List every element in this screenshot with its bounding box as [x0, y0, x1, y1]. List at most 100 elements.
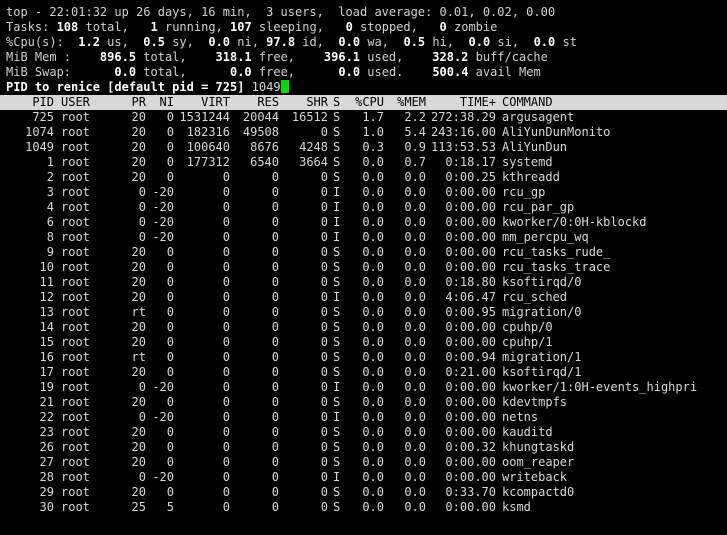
- cell-virt: 177312: [186, 155, 230, 169]
- cell-res: 0: [271, 380, 279, 394]
- cpu-st-label: st: [555, 35, 577, 49]
- cpu-wa-label: wa,: [360, 35, 404, 49]
- cell-virt: 0: [222, 395, 230, 409]
- table-row[interactable]: 15 root 20 0 0 0 0 S 0.0 0.0 0:00.00 cpuhp/1: [0, 335, 727, 350]
- col-time[interactable]: TIME+: [428, 95, 496, 110]
- col-pr[interactable]: PR: [120, 95, 146, 110]
- cell-cpu: 0.0: [362, 335, 384, 349]
- cell-user: root: [61, 170, 90, 184]
- table-row[interactable]: 22 root 0 -20 0 0 0 I 0.0 0.0 0:00.00 netns: [0, 410, 727, 425]
- cell-user: root: [61, 485, 90, 499]
- cell-cpu: 0.0: [362, 290, 384, 304]
- cell-user: root: [61, 455, 90, 469]
- cell-nice: 0: [166, 425, 174, 439]
- cell-mem: 0.0: [404, 170, 426, 184]
- col-cpu[interactable]: %CPU: [345, 95, 384, 110]
- table-row[interactable]: 1 root 20 0 177312 6540 3664 S 0.0 0.7 0:18.17 syst…: [0, 155, 727, 170]
- table-row[interactable]: 21 root 20 0 0 0 0 S 0.0 0.0 0:00.00 kdevtmpfs: [0, 395, 727, 410]
- cell-res: 0: [271, 350, 279, 364]
- cell-mem: 0.0: [404, 200, 426, 214]
- col-ni[interactable]: NI: [148, 95, 174, 110]
- col-pid[interactable]: PID: [6, 95, 54, 110]
- cell-virt: 0: [222, 455, 230, 469]
- cell-time: 0:00.00: [445, 470, 496, 484]
- table-row[interactable]: 2 root 20 0 0 0 0 S 0.0 0.0 0:00.25 kthreadd: [0, 170, 727, 185]
- table-row[interactable]: 4 root 0 -20 0 0 0 I 0.0 0.0 0:00.00 rcu_par_gp: [0, 200, 727, 215]
- cell-virt: 0: [222, 320, 230, 334]
- cell-time: 243:16.00: [430, 125, 496, 139]
- col-user[interactable]: USER: [61, 95, 90, 110]
- col-res[interactable]: RES: [232, 95, 279, 110]
- table-row[interactable]: 9 root 20 0 0 0 0 S 0.0 0.0 0:00.00 rcu_tasks_rude_: [0, 245, 727, 260]
- cell-shr: 0: [320, 395, 328, 409]
- col-virt[interactable]: VIRT: [172, 95, 230, 110]
- cell-pid: 28: [39, 470, 54, 484]
- tasks-running: 1: [150, 20, 158, 34]
- table-row[interactable]: 13 root rt 0 0 0 0 S 0.0 0.0 0:00.95 migration/0: [0, 305, 727, 320]
- cell-time: 0:00.95: [445, 305, 496, 319]
- cell-time: 0:18.17: [445, 155, 496, 169]
- cell-state: S: [333, 305, 341, 319]
- table-row[interactable]: 26 root 20 0 0 0 0 S 0.0 0.0 0:00.32 khungtaskd: [0, 440, 727, 455]
- cell-time: 0:21.00: [445, 365, 496, 379]
- cell-shr: 0: [320, 485, 328, 499]
- cell-shr: 0: [320, 290, 328, 304]
- cell-mem: 0.0: [404, 380, 426, 394]
- terminal-window[interactable]: top - 22:01:32 up 26 days, 16 min, 3 use…: [0, 0, 727, 535]
- cell-res: 49508: [242, 125, 279, 139]
- table-row[interactable]: 14 root 20 0 0 0 0 S 0.0 0.0 0:00.00 cpuhp/0: [0, 320, 727, 335]
- cell-res: 0: [271, 455, 279, 469]
- cell-shr: 0: [320, 320, 328, 334]
- table-row[interactable]: 17 root 20 0 0 0 0 S 0.0 0.0 0:21.00 ksoftirqd/1: [0, 365, 727, 380]
- cell-time: 0:00.00: [445, 260, 496, 274]
- cell-user: root: [61, 125, 90, 139]
- cell-cpu: 0.0: [362, 425, 384, 439]
- mem-buff: 328.2: [432, 50, 469, 64]
- table-row[interactable]: 11 root 20 0 0 0 0 S 0.0 0.0 0:18.80 ksoftirqd/0: [0, 275, 727, 290]
- cell-priority: 20: [131, 140, 146, 154]
- cell-state: S: [333, 275, 341, 289]
- col-state[interactable]: S: [333, 95, 340, 110]
- table-row[interactable]: 725 root 20 0 1531244 20044 16512 S 1.7 2.2 272:38…: [0, 110, 727, 125]
- cell-virt: 182316: [186, 125, 230, 139]
- table-row[interactable]: 19 root 0 -20 0 0 0 I 0.0 0.0 0:00.00 kworker/1:0H-…: [0, 380, 727, 395]
- table-row[interactable]: 12 root 20 0 0 0 0 I 0.0 0.0 4:06.47 rcu_sched: [0, 290, 727, 305]
- table-row[interactable]: 27 root 20 0 0 0 0 S 0.0 0.0 0:00.00 oom_reaper: [0, 455, 727, 470]
- cell-res: 8676: [250, 140, 279, 154]
- table-row[interactable]: 16 root rt 0 0 0 0 S 0.0 0.0 0:00.94 migration/1: [0, 350, 727, 365]
- col-mem[interactable]: %MEM: [386, 95, 426, 110]
- cell-shr: 0: [320, 500, 328, 514]
- table-row[interactable]: 1049 root 20 0 100640 8676 4248 S 0.3 0.9 113:53.5…: [0, 140, 727, 155]
- cell-command: netns: [502, 410, 539, 424]
- renice-prompt-line[interactable]: PID to renice [default pid = 725] 1049: [6, 80, 289, 95]
- cell-command: ksmd: [502, 500, 531, 514]
- cell-virt: 0: [222, 245, 230, 259]
- table-row[interactable]: 10 root 20 0 0 0 0 S 0.0 0.0 0:00.00 rcu_tasks_trac…: [0, 260, 727, 275]
- cell-state: S: [333, 260, 341, 274]
- cell-nice: 0: [166, 395, 174, 409]
- table-row[interactable]: 23 root 20 0 0 0 0 S 0.0 0.0 0:00.00 kauditd: [0, 425, 727, 440]
- cell-virt: 0: [222, 440, 230, 454]
- renice-pid-input[interactable]: 1049: [252, 80, 281, 94]
- table-row[interactable]: 8 root 0 -20 0 0 0 I 0.0 0.0 0:00.00 mm_percpu_wq: [0, 230, 727, 245]
- cell-user: root: [61, 140, 90, 154]
- table-row[interactable]: 3 root 0 -20 0 0 0 I 0.0 0.0 0:00.00 rcu_gp: [0, 185, 727, 200]
- mem-free-label: free,: [251, 50, 324, 64]
- cell-command: rcu_tasks_rude_: [502, 245, 611, 259]
- cell-virt: 0: [222, 500, 230, 514]
- col-shr[interactable]: SHR: [282, 95, 328, 110]
- cell-nice: 0: [166, 125, 174, 139]
- table-row[interactable]: 28 root 0 -20 0 0 0 I 0.0 0.0 0:00.00 writeback: [0, 470, 727, 485]
- cell-res: 0: [271, 275, 279, 289]
- cell-state: I: [333, 380, 341, 394]
- tasks-sleeping: 107: [230, 20, 252, 34]
- table-row[interactable]: 6 root 0 -20 0 0 0 I 0.0 0.0 0:00.00 kworker/0:0H-k…: [0, 215, 727, 230]
- cell-mem: 2.2: [404, 110, 426, 124]
- table-row[interactable]: 30 root 25 5 0 0 0 S 0.0 0.0 0:00.00 ksmd: [0, 500, 727, 515]
- table-row[interactable]: 1074 root 20 0 182316 49508 0 S 1.0 5.4 243:16.00 A…: [0, 125, 727, 140]
- col-command[interactable]: COMMAND: [502, 95, 553, 110]
- cell-time: 0:00.00: [445, 230, 496, 244]
- cell-shr: 0: [320, 440, 328, 454]
- table-row[interactable]: 29 root 20 0 0 0 0 S 0.0 0.0 0:33.70 kcompactd0: [0, 485, 727, 500]
- cell-command: oom_reaper: [502, 455, 575, 469]
